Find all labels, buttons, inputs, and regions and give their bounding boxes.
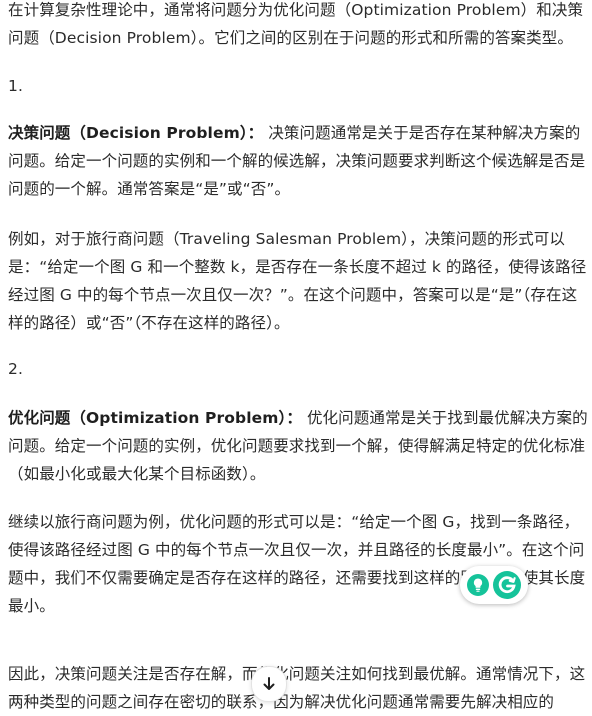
list-number-2: 2. — [8, 360, 23, 378]
decision-example-paragraph: 例如，对于旅行商问题（Traveling Salesman Problem），决… — [8, 230, 587, 332]
arrow-down-icon — [263, 677, 275, 690]
optimization-definition-paragraph: 优化问题（Optimization Problem）： 优化问题通常是关于找到最… — [8, 404, 588, 488]
decision-term: 决策问题（Decision Problem）： — [8, 124, 264, 142]
optimization-term: 优化问题（Optimization Problem）： — [8, 409, 302, 427]
lightbulb-icon[interactable] — [466, 573, 490, 597]
list-number-1: 1. — [8, 77, 23, 95]
scroll-down-button[interactable] — [251, 666, 287, 702]
conclusion-paragraph: 因此，决策问题关注是否存在解，而优化问题关注如何找到最优解。通常情况下，这两种类… — [8, 665, 586, 711]
grammarly-g-icon[interactable] — [492, 570, 522, 600]
decision-definition-paragraph: 决策问题（Decision Problem）： 决策问题通常是关于是否存在某种解… — [8, 119, 588, 203]
intro-paragraph: 在计算复杂性理论中，通常将问题分为优化问题（Optimization Probl… — [8, 1, 584, 47]
grammarly-widget[interactable] — [460, 566, 528, 604]
